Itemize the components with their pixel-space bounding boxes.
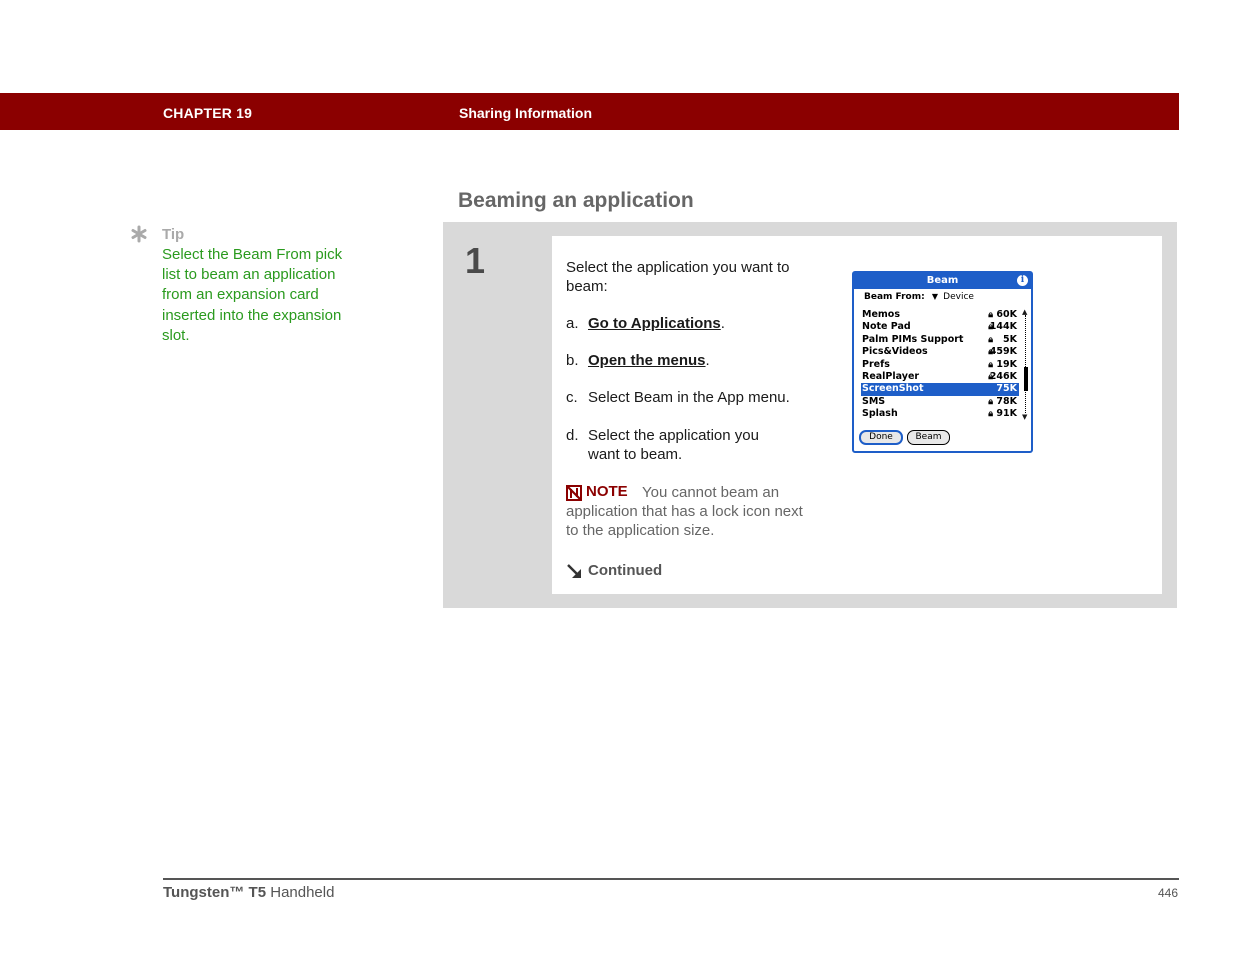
item-letter: c. — [566, 389, 578, 406]
app-name: Splash — [862, 408, 898, 420]
app-size: 246K — [989, 370, 1017, 382]
step-intro: Select the application you want to beam: — [566, 259, 790, 295]
done-button: Done — [859, 430, 903, 445]
list-item: Palm PIMs Support 🔒︎ 5K — [861, 334, 1019, 346]
item-letter: d. — [566, 427, 579, 444]
beam-dialog-screenshot: Beam i Beam From: ▼ Device Memos 🔒︎ 60K No… — [852, 271, 1033, 453]
app-size: 459K — [989, 346, 1017, 358]
continued-label[interactable]: Continued — [588, 562, 662, 579]
app-name: Memos — [862, 309, 900, 320]
section-heading: Beaming an application — [458, 189, 694, 212]
list-item: d. Select the application you want to bea… — [566, 427, 816, 464]
scroll-track — [1025, 315, 1027, 413]
note-label: NOTE — [586, 483, 628, 500]
footer-rule — [163, 878, 1179, 880]
go-to-applications-link[interactable]: Go to Applications — [588, 315, 721, 332]
app-name: Pics&Videos — [862, 346, 928, 358]
app-size: 19K — [996, 358, 1017, 370]
lock-icon: 🔒︎ — [988, 334, 993, 345]
lock-icon: 🔒︎ — [988, 409, 993, 420]
list-item-selected: ScreenShot 75K — [861, 383, 1019, 396]
item-text-continued: want to beam. — [588, 445, 683, 463]
app-size: 78K — [996, 395, 1017, 407]
scrollbar: ▲ ▼ — [1022, 309, 1029, 421]
app-name: Note Pad — [862, 321, 911, 333]
app-name: RealPlayer — [862, 370, 920, 382]
item-punct: . — [720, 315, 725, 332]
item-letter: b. — [566, 352, 579, 369]
scroll-down-icon: ▼ — [1022, 413, 1028, 421]
list-item: b. Open the menus. — [566, 352, 710, 371]
list-item: Prefs 🔒︎ 19K — [861, 359, 1019, 371]
list-item: Pics&Videos 🔒︎ 459K — [861, 346, 1019, 358]
beam-from-picker: Beam From: ▼ Device — [864, 292, 974, 302]
chapter-label: CHAPTER 19 — [163, 105, 253, 121]
lock-icon: 🔒︎ — [988, 396, 993, 407]
app-size: 91K — [996, 408, 1017, 420]
tip-label: Tip — [162, 226, 185, 243]
app-size: 60K — [996, 309, 1017, 320]
chapter-title: Sharing Information — [459, 105, 592, 121]
list-item: Splash 🔒︎ 91K — [861, 408, 1019, 420]
app-size: 75K — [996, 383, 1017, 395]
app-name: SMS — [862, 395, 886, 407]
app-size: 5K — [1003, 333, 1017, 345]
dialog-title: Beam — [926, 275, 959, 286]
app-name: Prefs — [862, 358, 890, 370]
open-the-menus-link[interactable]: Open the menus — [588, 352, 706, 369]
brand-name: Tungsten™ T5 — [163, 884, 267, 901]
app-name: ScreenShot — [862, 383, 924, 395]
step-number: 1 — [465, 240, 486, 281]
app-name: Palm PIMs Support — [862, 333, 964, 345]
beam-button: Beam — [907, 430, 950, 445]
list-item: RealPlayer 🔒︎ 246K — [861, 371, 1019, 383]
list-item: c. Select Beam in the App menu. — [566, 389, 790, 408]
item-letter: a. — [566, 315, 579, 332]
page-number: 446 — [1158, 886, 1179, 900]
scroll-thumb — [1024, 367, 1028, 391]
list-item: a. Go to Applications. — [566, 315, 725, 334]
list-item: Note Pad 🔒︎ 144K — [861, 321, 1019, 333]
lock-icon: 🔒︎ — [988, 310, 993, 320]
beam-from-label: Beam From: — [864, 292, 925, 302]
item-text: Select the application you — [588, 427, 759, 444]
footer-brand: Tungsten™ T5 Handheld — [163, 884, 334, 901]
dialog-title-bar: Beam i — [854, 273, 1031, 289]
dropdown-arrow-icon: ▼ — [931, 292, 939, 301]
beam-from-value: Device — [943, 292, 974, 302]
app-list: Memos 🔒︎ 60K Note Pad 🔒︎ 144K Palm PIMs Supp… — [861, 309, 1019, 421]
item-punct: . — [705, 352, 710, 369]
arrow-down-right-icon — [567, 564, 581, 578]
app-size: 144K — [989, 321, 1017, 333]
tip-text: Select the Beam From pick list to beam a… — [162, 246, 343, 344]
list-item: SMS 🔒︎ 78K — [861, 396, 1019, 408]
item-text: Select Beam in the App menu. — [588, 389, 790, 406]
brand-suffix: Handheld — [266, 884, 335, 901]
list-item: Memos 🔒︎ 60K — [861, 309, 1019, 321]
asterisk-icon — [131, 225, 147, 243]
info-icon: i — [1017, 275, 1028, 286]
lock-icon: 🔒︎ — [988, 359, 993, 370]
